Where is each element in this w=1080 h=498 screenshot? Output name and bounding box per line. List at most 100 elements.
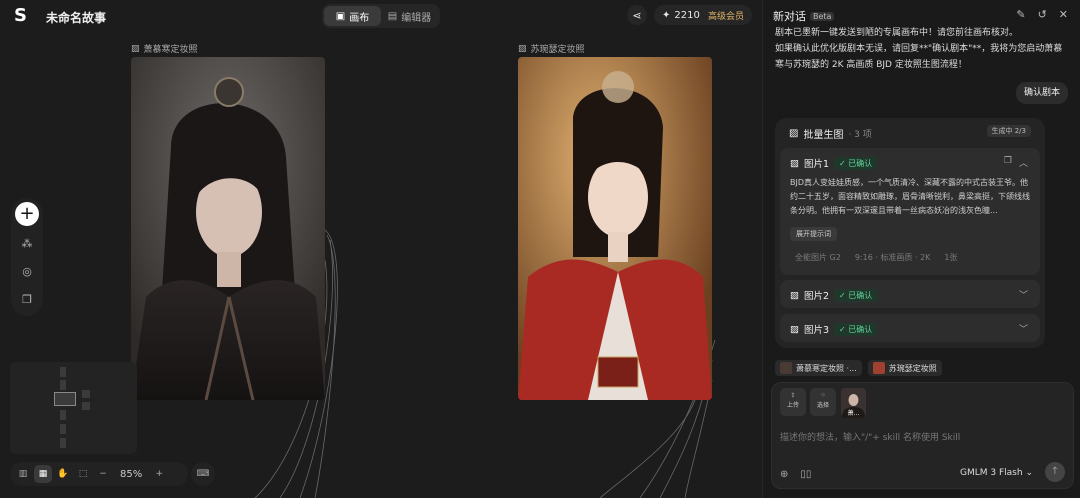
portrait-image-2[interactable] — [518, 57, 712, 400]
project-title[interactable]: 未命名故事 — [46, 9, 106, 26]
model-name: GMLM 3 Flash — [960, 468, 1023, 478]
add-icon[interactable]: ⊕ — [780, 469, 788, 480]
app-logo[interactable]: S — [14, 7, 30, 25]
attached-image-thumb[interactable]: 萧... — [841, 388, 866, 418]
expand-prompt-button[interactable]: 展开提示词 — [790, 227, 837, 241]
confirmed-badge: ✓ 已确认 — [834, 288, 878, 302]
app-root: S 未命名故事 ▣ 画布 ▤ 编辑器 ⋖ ✦ 2210 高级会员 ▨ 萧慕寒定妆照 ▨… — [0, 0, 1080, 498]
chat-header: 新对话 Beta — [773, 8, 835, 24]
batch-item-2[interactable]: ▨ 图片2 ✓ 已确认 ﹀ — [780, 280, 1040, 308]
model-selector[interactable]: GMLM 3 Flash ⌄ — [960, 468, 1033, 478]
thumb-label: 萧... — [847, 410, 860, 417]
tab-canvas-label: 画布 — [349, 12, 370, 24]
reference-label: 萧慕寒定妆照 ·... — [796, 363, 857, 373]
ratio-select[interactable]: 9:16 · 标准画质 · 2K — [855, 252, 931, 263]
confirmed-badge: ✓ 已确认 — [834, 322, 878, 336]
minimap[interactable] — [10, 362, 137, 454]
vip-label[interactable]: 高级会员 — [708, 9, 744, 22]
select-icon: ⁘ — [820, 392, 826, 399]
reference-label: 苏琬瑟定妆照 — [888, 363, 937, 373]
share-button[interactable]: ⋖ — [627, 5, 647, 25]
credits-badge[interactable]: ✦ 2210 高级会员 — [654, 5, 752, 25]
batch-item-title: 图片1 — [803, 159, 830, 170]
batch-item-title: 图片2 — [803, 291, 830, 302]
image-icon: ▨ — [518, 43, 527, 54]
sparkle-icon: ✦ — [662, 9, 671, 21]
prompt-text: BJD真人变娃娃质感，一个气质清冷、深藏不露的中式古装王爷。他约二十五岁，面容精… — [790, 178, 1030, 215]
confirmed-badge-text: 已确认 — [848, 290, 873, 300]
nodes-icon[interactable]: ⁂ — [17, 234, 37, 254]
copy-icon[interactable]: ❐ — [1004, 156, 1012, 166]
model-select[interactable]: 全能图片 G2 — [795, 252, 841, 263]
image-label-2: ▨ 苏琬瑟定妆照 — [518, 42, 585, 56]
batch-item-title: 图片3 — [803, 325, 830, 336]
reference-chip[interactable]: 苏琬瑟定妆照 — [867, 360, 942, 376]
hand-icon[interactable]: ✋ — [54, 465, 72, 483]
batch-generate-card: ▨ 批量生图 · 3 项 生成中 2/3 ▨ 图片1 ✓ 已确认 ❐ ︿ BJD… — [775, 118, 1045, 348]
portrait-image-1[interactable] — [131, 57, 325, 400]
share-icon: ⋖ — [632, 8, 642, 22]
chat-title: 新对话 — [773, 10, 806, 23]
confirmed-badge-text: 已确认 — [848, 324, 873, 334]
zoom-in-button[interactable]: + — [150, 465, 168, 483]
image-title-2: 苏琬瑟定妆照 — [530, 45, 585, 55]
image-icon: ▨ — [131, 43, 140, 54]
chat-panel: 新对话 Beta ✎ ↺ ✕ 剧本已墨新一键发送到陋的专属画布中！请您前往画布核… — [762, 0, 1080, 498]
tab-editor[interactable]: ▤ 编辑器 — [381, 6, 438, 26]
layout-icon[interactable]: ▥ — [14, 465, 32, 483]
portrait-illustration-1 — [131, 57, 325, 400]
view-switcher: ▣ 画布 ▤ 编辑器 — [322, 4, 440, 28]
input-actions: ⊕ ▯▯ — [780, 469, 811, 480]
count-select[interactable]: 1张 — [944, 252, 957, 263]
image-icon: ▨ — [789, 128, 799, 139]
select-button[interactable]: ⁘ 选择 — [810, 388, 836, 416]
add-node-button[interactable]: + — [15, 202, 39, 226]
image-icon: ▨ — [790, 157, 799, 169]
generation-status: 生成中 2/3 — [986, 125, 1031, 137]
copy-icon[interactable]: ❐ — [17, 290, 37, 310]
chat-input[interactable]: 描述你的想法，输入"/"+ skill 名称使用 Skill — [780, 430, 960, 443]
map-icon[interactable]: ▦ — [34, 465, 52, 483]
reference-thumb — [872, 362, 885, 374]
chevron-down-icon: ⌄ — [1025, 468, 1033, 478]
chevron-down-icon[interactable]: ﹀ — [1019, 322, 1028, 335]
batch-item-header: ▨ 图片3 ✓ 已确认 — [790, 322, 878, 336]
upload-icon: ⇪ — [790, 392, 796, 399]
user-message: 确认剧本 — [1015, 82, 1068, 104]
send-button[interactable]: ↑ — [1045, 462, 1065, 482]
canvas-icon: ▣ — [335, 10, 346, 22]
select-icon[interactable]: ⬚ — [74, 465, 92, 483]
film-icon: ▤ — [387, 10, 398, 22]
batch-item-3[interactable]: ▨ 图片3 ✓ 已确认 ﹀ — [780, 314, 1040, 342]
canvas-area[interactable]: S 未命名故事 ▣ 画布 ▤ 编辑器 ⋖ ✦ 2210 高级会员 ▨ 萧慕寒定妆照 ▨… — [0, 0, 762, 498]
batch-header: ▨ 批量生图 · 3 项 — [789, 126, 872, 141]
zoom-level: 85% — [120, 468, 143, 480]
portrait-illustration-2 — [518, 57, 712, 400]
image-icon: ▨ — [790, 323, 799, 335]
close-icon[interactable]: ✕ — [1059, 8, 1068, 21]
beta-badge: Beta — [810, 11, 835, 21]
tab-editor-label: 编辑器 — [401, 12, 432, 24]
image-title-1: 萧慕寒定妆照 — [143, 45, 198, 55]
batch-title: 批量生图 — [803, 130, 844, 141]
assistant-message: 剧本已墨新一键发送到陋的专属画布中！请您前往画布核对。 如果确认此优化版剧本无误… — [775, 28, 1063, 70]
batch-item-header: ▨ 图片2 ✓ 已确认 — [790, 288, 878, 302]
user-circle-icon[interactable]: ◎ — [17, 262, 37, 282]
new-chat-icon[interactable]: ✎ — [1016, 8, 1025, 21]
history-icon[interactable]: ↺ — [1038, 8, 1047, 21]
upload-label: 上传 — [786, 402, 799, 409]
chat-header-actions: ✎ ↺ ✕ — [1016, 8, 1068, 21]
reference-chip[interactable]: 萧慕寒定妆照 ·... — [775, 360, 862, 376]
credits-count: 2210 — [674, 9, 700, 21]
chevron-down-icon[interactable]: ﹀ — [1019, 288, 1028, 301]
keyboard-icon[interactable]: ⌨ — [191, 462, 215, 486]
reference-chips: 萧慕寒定妆照 ·... 苏琬瑟定妆照 — [775, 360, 942, 376]
tab-canvas[interactable]: ▣ 画布 — [324, 6, 381, 26]
arrow-up-icon: ↑ — [1050, 466, 1060, 477]
chevron-up-icon[interactable]: ︿ — [1019, 156, 1028, 169]
confirmed-badge-text: 已确认 — [848, 158, 873, 168]
upload-button[interactable]: ⇪ 上传 — [780, 388, 806, 416]
zoom-out-button[interactable]: − — [94, 465, 112, 483]
book-icon[interactable]: ▯▯ — [800, 469, 811, 480]
batch-item-1[interactable]: ▨ 图片1 ✓ 已确认 ❐ ︿ BJD真人变娃娃质感，一个气质清冷、深藏不露的中… — [780, 148, 1040, 275]
